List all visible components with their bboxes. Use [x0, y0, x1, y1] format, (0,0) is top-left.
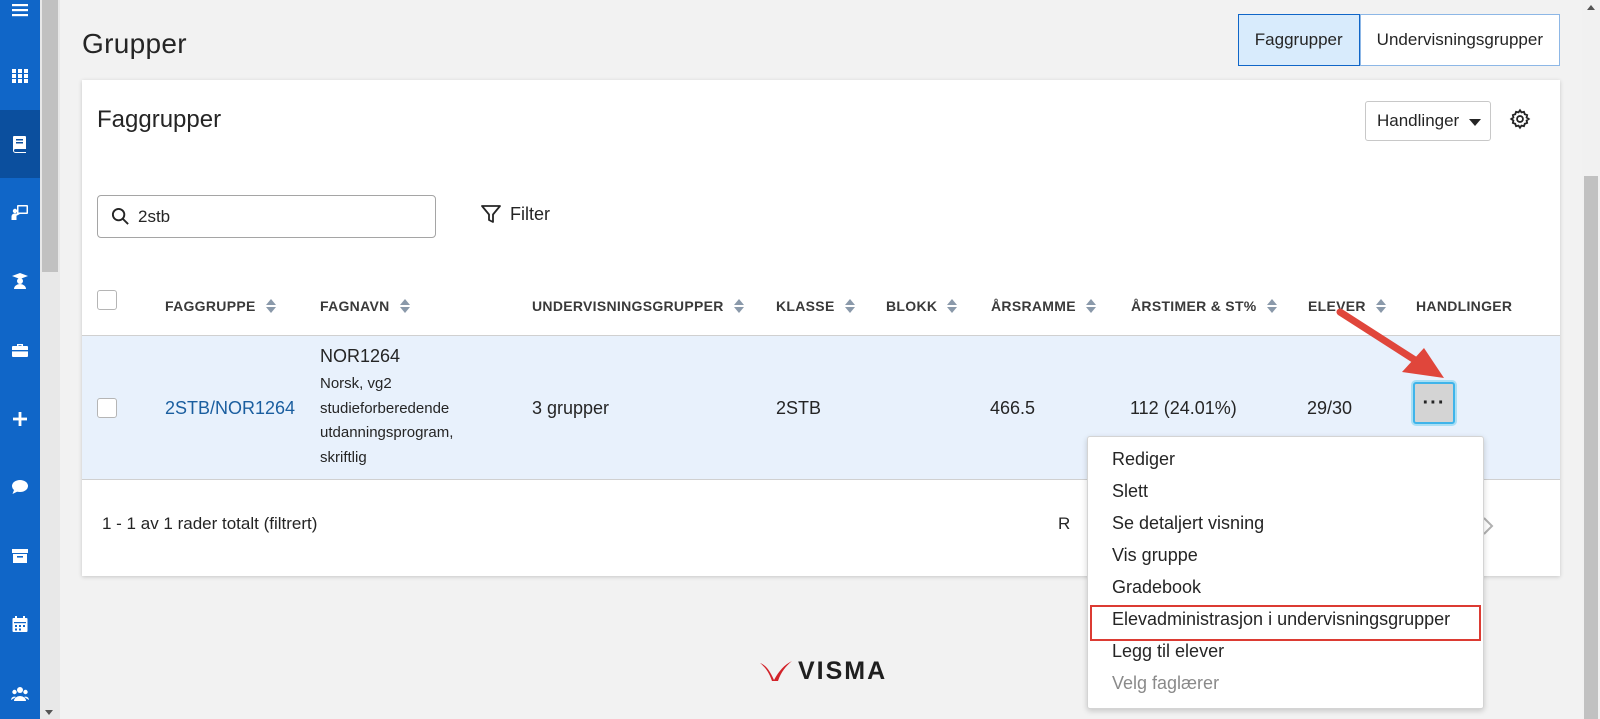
column-header-undervisningsgrupper[interactable]: UNDERVISNINGSGRUPPER [532, 298, 744, 314]
sort-icon[interactable] [265, 298, 276, 314]
klasse-cell: 2STB [776, 398, 822, 418]
column-header-blokk[interactable]: BLOKK [886, 298, 958, 314]
book-icon[interactable] [0, 110, 40, 178]
sort-icon[interactable] [1266, 298, 1277, 314]
visma-logo-text: VISMA [798, 656, 888, 685]
left-nav-rail [0, 0, 40, 719]
teacher-board-icon[interactable] [0, 186, 40, 238]
tab-undervisningsgrupper[interactable]: Undervisningsgrupper [1359, 14, 1560, 66]
column-header-label: UNDERVISNINGSGRUPPER [532, 298, 724, 314]
row-actions-menu: Rediger Slett Se detaljert visning Vis g… [1087, 436, 1484, 709]
arstimer-cell: 112 (24.01%) [1130, 398, 1237, 418]
card-title: Faggrupper [97, 106, 222, 133]
menu-item-elevadministrasjon[interactable]: Elevadministrasjon i undervisningsgruppe… [1112, 609, 1450, 630]
annotation-arrow [1336, 308, 1444, 378]
rail-scroll-down-arrow[interactable] [45, 710, 53, 715]
calendar-icon[interactable] [0, 598, 40, 650]
sort-icon[interactable] [399, 298, 410, 314]
actions-dropdown[interactable]: Handlinger [1365, 101, 1491, 141]
column-header-label: KLASSE [776, 298, 835, 314]
tab-faggrupper[interactable]: Faggrupper [1237, 14, 1360, 66]
search-input[interactable] [138, 206, 418, 227]
menu-item-legg-til-elever[interactable]: Legg til elever [1112, 641, 1224, 662]
archive-icon[interactable] [0, 530, 40, 582]
column-header-arstimer[interactable]: ÅRSTIMER & ST% [1131, 298, 1277, 314]
undervisningsgrupper-cell: 3 grupper [532, 398, 610, 418]
chat-icon[interactable] [0, 461, 40, 513]
menu-item-rediger[interactable]: Rediger [1112, 449, 1175, 470]
arsramme-cell: 466.5 [990, 398, 1036, 418]
menu-item-velg-faglaerer: Velg faglærer [1112, 673, 1220, 693]
apps-grid-icon[interactable] [0, 50, 40, 102]
page-scrollbar[interactable] [1582, 0, 1600, 719]
student-icon[interactable] [0, 255, 40, 307]
menu-item-slett[interactable]: Slett [1112, 481, 1148, 502]
filter-icon [481, 205, 501, 223]
column-header-label: FAGGRUPPE [165, 298, 256, 314]
plus-icon[interactable] [0, 393, 40, 445]
fagnavn-description: Norsk, vg2 studieforberedende utdannings… [320, 375, 454, 466]
menu-item-se-detaljert-visning[interactable]: Se detaljert visning [1112, 513, 1264, 534]
search-icon [111, 207, 129, 225]
group-icon[interactable] [0, 667, 40, 719]
sort-icon[interactable] [1085, 298, 1096, 314]
search-field[interactable] [97, 195, 436, 238]
column-header-faggruppe[interactable]: FAGGRUPPE [165, 298, 276, 314]
column-header-label: BLOKK [886, 298, 938, 314]
column-header-label: ÅRSTIMER & ST% [1131, 298, 1257, 314]
menu-item-gradebook[interactable]: Gradebook [1112, 577, 1201, 598]
column-header-arsramme[interactable]: ÅRSRAMME [991, 298, 1096, 314]
menu-icon[interactable] [0, 0, 40, 36]
page-scrollbar-thumb[interactable] [1584, 176, 1598, 719]
menu-item-vis-gruppe[interactable]: Vis gruppe [1112, 545, 1198, 566]
row-count-summary: 1 - 1 av 1 rader totalt (filtrert) [102, 514, 318, 533]
column-header-klasse[interactable]: KLASSE [776, 298, 855, 314]
elever-cell: 29/30 [1307, 398, 1353, 418]
group-type-toggle: Faggrupper Undervisningsgrupper [1237, 14, 1560, 66]
fagnavn-code: NOR1264 [320, 346, 401, 366]
rail-scrollbar[interactable] [40, 0, 60, 719]
visma-logo-mark [760, 661, 792, 681]
rail-scrollbar-thumb[interactable] [42, 0, 58, 272]
sort-icon[interactable] [733, 298, 744, 314]
filter-label: Filter [510, 203, 550, 224]
row-checkbox[interactable] [97, 398, 117, 418]
rows-per-page-label: R [1058, 514, 1071, 533]
visma-logo: VISMA [758, 656, 888, 686]
caret-down-icon [1469, 119, 1481, 126]
column-header-label: FAGNAVN [320, 298, 390, 314]
gear-icon[interactable] [1509, 108, 1531, 130]
filter-button[interactable]: Filter [480, 203, 550, 225]
column-header-fagnavn[interactable]: FAGNAVN [320, 298, 410, 314]
column-header-label: ÅRSRAMME [991, 298, 1076, 314]
page-title: Grupper [82, 28, 187, 59]
sort-icon[interactable] [844, 298, 855, 314]
select-all-checkbox[interactable] [97, 290, 117, 310]
faggruppe-link[interactable]: 2STB/NOR1264 [165, 398, 295, 419]
scroll-up-arrow[interactable] [1587, 5, 1595, 10]
sort-icon[interactable] [947, 298, 958, 314]
briefcase-icon[interactable] [0, 324, 40, 376]
actions-dropdown-label: Handlinger [1377, 111, 1460, 130]
